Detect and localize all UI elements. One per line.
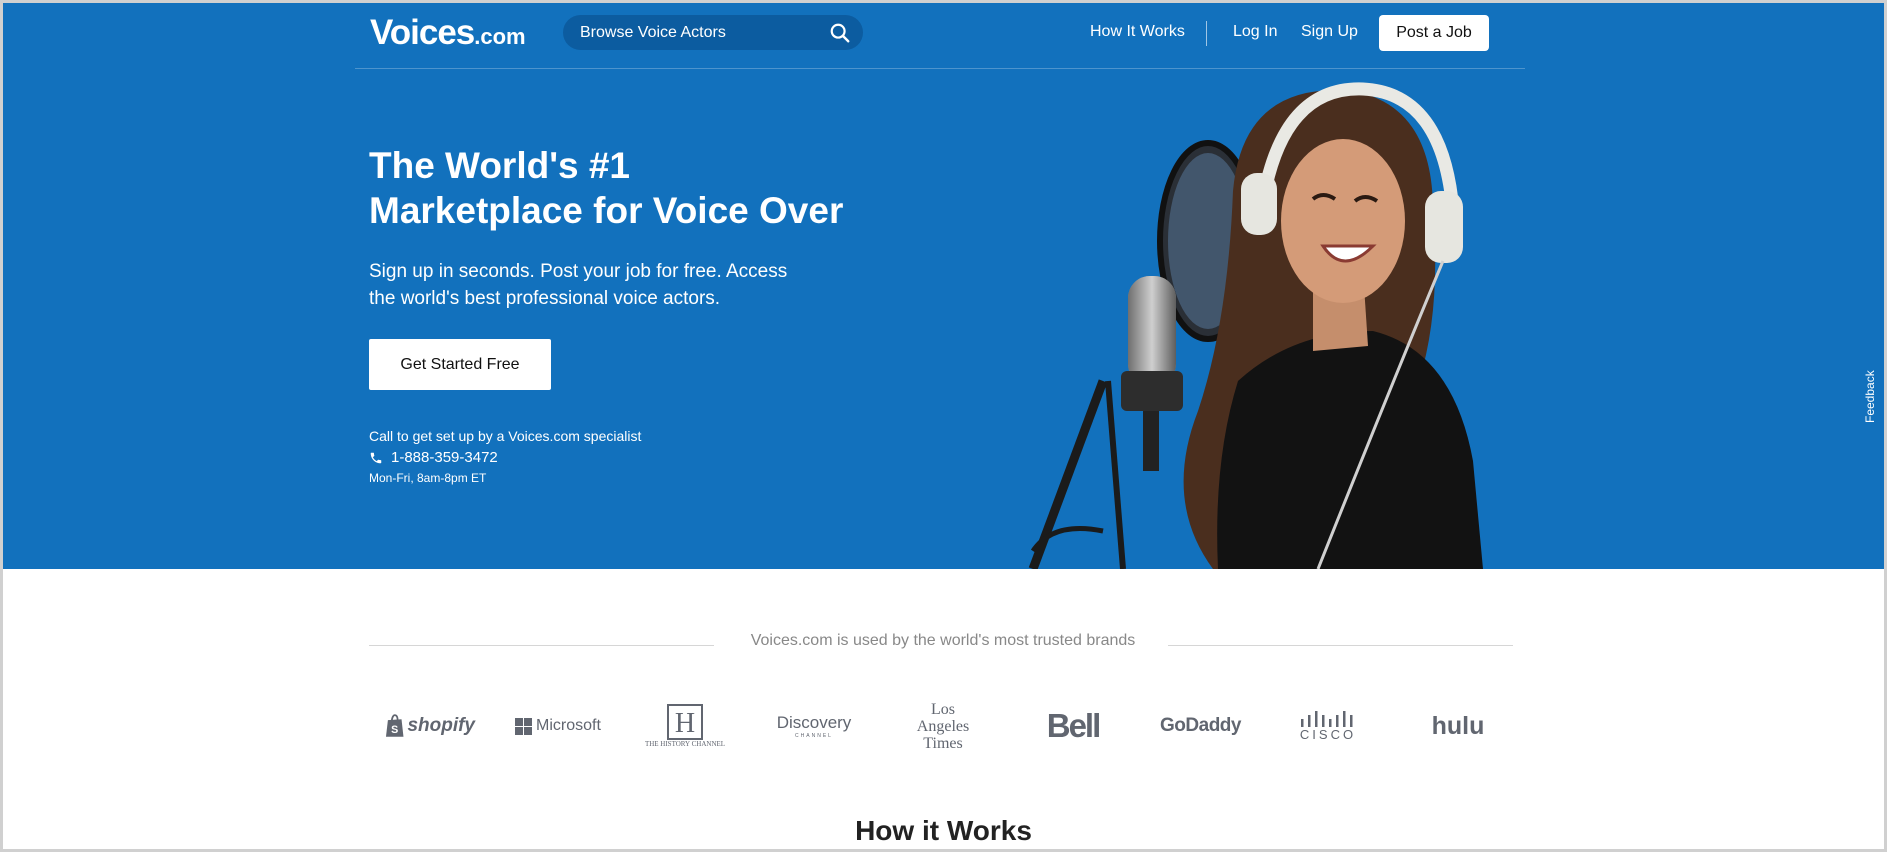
how-it-works-heading: How it Works	[855, 815, 1032, 846]
svg-text:S: S	[391, 724, 398, 736]
latimes-line-1: Los	[931, 700, 955, 718]
svg-text:H: H	[675, 708, 695, 739]
feedback-tab[interactable]: Feedback	[1863, 370, 1877, 423]
get-started-free-button[interactable]: Get Started Free	[369, 339, 551, 390]
microsoft-logo: Microsoft	[513, 701, 603, 751]
discovery-sub: CHANNEL	[795, 733, 833, 739]
shopify-logo: S shopify	[385, 701, 475, 751]
logo-tld: .com	[474, 24, 526, 49]
los-angeles-times-logo: Los Angeles Times	[903, 700, 983, 752]
nav-how-it-works[interactable]: How It Works	[1090, 23, 1185, 41]
bell-wordmark: Bell	[1046, 707, 1102, 744]
call-specialist-text: Call to get set up by a Voices.com speci…	[369, 428, 642, 444]
post-a-job-button[interactable]: Post a Job	[1379, 15, 1489, 51]
hulu-logo: hulu	[1413, 701, 1503, 751]
search-placeholder: Browse Voice Actors	[580, 24, 726, 41]
hero-subhead: Sign up in seconds. Post your job for fr…	[369, 261, 788, 309]
microsoft-squares-icon	[515, 717, 533, 735]
hero-section: Voices.com Browse Voice Actors How It Wo…	[3, 3, 1884, 569]
support-hours: Mon-Fri, 8am-8pm ET	[369, 471, 487, 485]
voices-logo[interactable]: Voices.com	[370, 13, 526, 53]
godaddy-logo: GoDaddy	[1153, 701, 1248, 751]
cisco-wordmark: CISCO	[1299, 726, 1357, 742]
bell-logo: Bell	[1033, 701, 1113, 751]
nav-log-in[interactable]: Log In	[1233, 23, 1277, 41]
microsoft-wordmark: Microsoft	[536, 717, 601, 734]
search-icon[interactable]	[829, 22, 851, 44]
search-input[interactable]: Browse Voice Actors	[563, 15, 863, 50]
nav-sign-up[interactable]: Sign Up	[1301, 23, 1358, 41]
discovery-logo: Discovery CHANNEL	[769, 701, 859, 751]
cisco-logo: CISCO	[1288, 701, 1368, 751]
phone-number[interactable]: 1-888-359-3472	[369, 449, 498, 466]
brands-caption: Voices.com is used by the world's most t…	[750, 632, 1136, 649]
shopify-wordmark: shopify	[407, 715, 475, 736]
hero-headline: The World's #1 Marketplace for Voice Ove…	[369, 145, 844, 231]
hulu-wordmark: hulu	[1431, 711, 1485, 740]
logo-main: Voices	[370, 13, 475, 52]
voice-actor-photo	[1028, 82, 1483, 569]
phone-icon	[370, 452, 382, 463]
brands-divider-right	[1168, 645, 1513, 646]
nav-divider	[1206, 21, 1207, 46]
latimes-line-3: Times	[923, 734, 963, 752]
cisco-bars-icon	[1301, 710, 1353, 727]
shopify-bag-icon: S	[385, 714, 404, 737]
history-channel-logo: H THE HISTORY CHANNEL	[639, 701, 731, 751]
brands-divider-left	[369, 645, 714, 646]
godaddy-wordmark: GoDaddy	[1160, 715, 1241, 736]
history-wordmark: THE HISTORY CHANNEL	[644, 740, 726, 748]
phone-number-text: 1-888-359-3472	[391, 449, 498, 466]
latimes-line-2: Angeles	[916, 717, 970, 735]
history-h-icon: H	[667, 704, 703, 740]
discovery-wordmark: Discovery	[776, 713, 852, 732]
top-navigation: Voices.com Browse Voice Actors How It Wo…	[355, 3, 1525, 69]
